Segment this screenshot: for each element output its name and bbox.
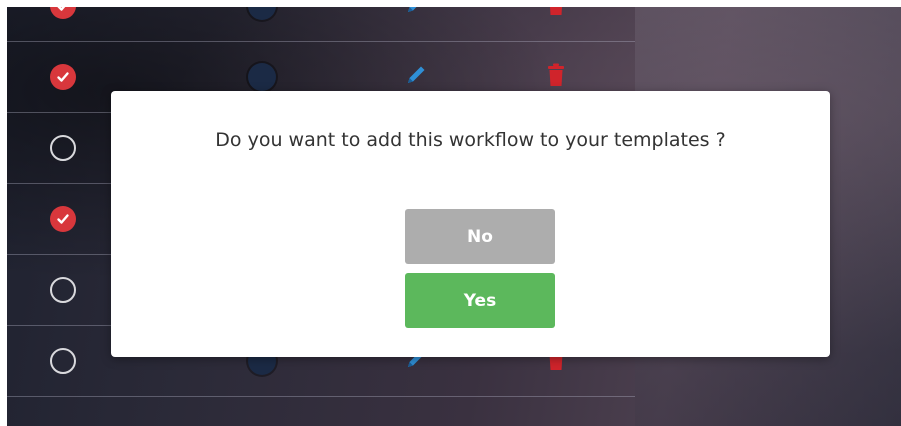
checked-checkbox[interactable] <box>50 205 76 232</box>
trash-icon[interactable] <box>547 7 565 20</box>
checked-checkbox[interactable] <box>50 63 76 90</box>
checked-checkbox[interactable] <box>50 7 76 19</box>
unchecked-checkbox[interactable] <box>50 276 76 303</box>
color-dot[interactable] <box>248 7 276 20</box>
yes-button[interactable]: Yes <box>405 273 555 328</box>
trash-icon[interactable] <box>547 63 565 91</box>
unchecked-checkbox[interactable] <box>50 347 76 374</box>
table-row <box>7 7 635 42</box>
pencil-icon[interactable] <box>403 62 429 92</box>
dialog-message: Do you want to add this workflow to your… <box>215 129 726 151</box>
no-button[interactable]: No <box>405 209 555 264</box>
color-dot[interactable] <box>248 62 276 91</box>
pencil-icon[interactable] <box>403 7 429 21</box>
unchecked-checkbox[interactable] <box>50 134 76 161</box>
check-icon <box>57 213 69 224</box>
check-icon <box>57 71 69 82</box>
check-icon <box>57 7 65 11</box>
confirm-dialog: Do you want to add this workflow to your… <box>111 91 830 357</box>
